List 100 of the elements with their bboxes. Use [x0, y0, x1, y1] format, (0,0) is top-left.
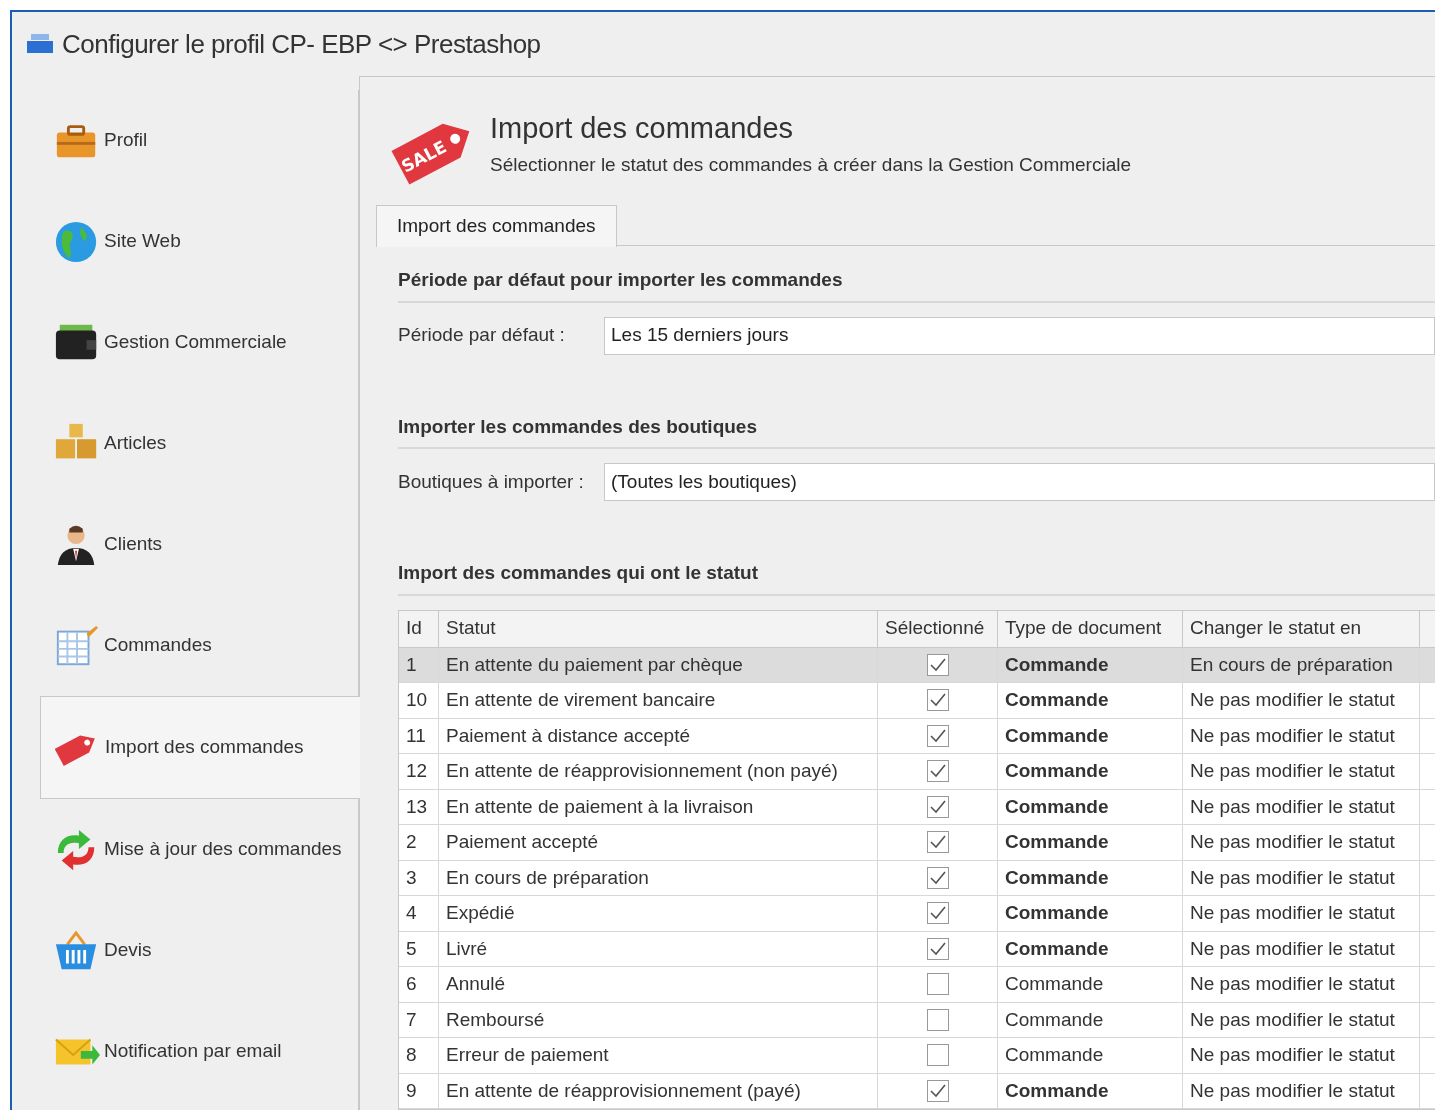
page-subtitle: Sélectionner le statut des commandes à créer dans la Gestion Commerciale: [490, 153, 1132, 177]
table-cell: Commande: [998, 896, 1183, 931]
table-cell: Commande: [998, 1038, 1183, 1073]
table-cell: 7: [399, 1002, 439, 1037]
table-cell: Expédié: [439, 896, 878, 931]
sidebar-item[interactable]: Devis: [54, 900, 359, 1001]
table-row[interactable]: 3 En cours de préparation Commande Ne pas modifier le statut: [399, 860, 1435, 896]
field-label: Période par défaut :: [398, 323, 566, 348]
sidebar-item[interactable]: Profil: [54, 90, 359, 191]
tab[interactable]: Import des commandes: [376, 205, 617, 247]
table-cell: 6: [399, 967, 439, 1002]
table-cell: Ne pas modifier le statut: [1183, 967, 1420, 1002]
table-cell: En attente de paiement à la livraison: [439, 789, 878, 824]
table-cell: 10: [399, 683, 439, 718]
table-cell: Remboursé: [439, 1002, 878, 1037]
field-label: Boutiques à importer :: [398, 469, 585, 494]
sidebar-item[interactable]: Notification par email: [54, 1001, 359, 1102]
table-cell: Ne pas modifier le statut: [1183, 860, 1420, 895]
checkbox[interactable]: [926, 1079, 949, 1102]
table-cell: Commande: [998, 1073, 1183, 1108]
table-cell: 2: [399, 825, 439, 860]
table-cell: Commande: [998, 967, 1183, 1002]
section-heading: Période par défaut pour importer les commandes: [398, 266, 1435, 303]
table-row[interactable]: 9 En attente de réapprovisionnement (payé) Commande Ne pas modifier le statut: [399, 1073, 1435, 1109]
table-cell: En attente de virement bancaire: [439, 683, 878, 718]
table-cell: Erreur de paiement: [439, 1038, 878, 1073]
table-cell: Commande: [998, 860, 1183, 895]
table-cell: Commande: [998, 683, 1183, 718]
app-logo-icon: [26, 33, 54, 55]
checkbox[interactable]: [926, 653, 949, 676]
table-row[interactable]: 13 En attente de paiement à la livraison Commande Ne pas modifier le statut: [399, 789, 1435, 825]
table-cell: 4: [399, 896, 439, 931]
table-cell: Ne pas modifier le statut: [1183, 789, 1420, 824]
checkbox[interactable]: [926, 937, 949, 960]
checkbox[interactable]: [926, 866, 949, 889]
table-cell: Ne pas modifier le statut: [1183, 683, 1420, 718]
table-row[interactable]: 11 Paiement à distance accepté Commande Ne pas modifier le statut: [399, 718, 1435, 754]
column-header[interactable]: Type de document: [998, 610, 1183, 647]
table-cell: Ne pas modifier le statut: [1183, 1038, 1420, 1073]
table-cell: Livré: [439, 931, 878, 966]
dropdown-field[interactable]: Les 15 derniers jours: [604, 316, 1435, 355]
table-cell: Ne pas modifier le statut: [1183, 718, 1420, 753]
table-row[interactable]: 1 En attente du paiement par chèque Commande En cours de préparation: [399, 647, 1435, 683]
sidebar-item[interactable]: Clients: [54, 494, 359, 595]
table-cell: Ne pas modifier le statut: [1183, 896, 1420, 931]
table-row[interactable]: 12 En attente de réapprovisionnement (non payé) Commande Ne pas modifier le statut: [399, 754, 1435, 790]
table-cell: Ne pas modifier le statut: [1183, 1073, 1420, 1108]
table-row[interactable]: 6 Annulé Commande Ne pas modifier le statut: [399, 967, 1435, 1003]
column-header[interactable]: Statut: [439, 610, 878, 647]
sidebar-item[interactable]: Articles: [54, 393, 359, 494]
checkbox[interactable]: [926, 760, 949, 783]
checkbox[interactable]: [926, 1044, 949, 1067]
table-row[interactable]: 8 Erreur de paiement Commande Ne pas modifier le statut: [399, 1038, 1435, 1074]
table-cell: Annulé: [439, 967, 878, 1002]
sidebar-item[interactable]: Gestion Commerciale: [54, 292, 359, 393]
table-cell: Ne pas modifier le statut: [1183, 1002, 1420, 1037]
table-cell: En cours de préparation: [439, 860, 878, 895]
table-row[interactable]: 10 En attente de virement bancaire Commande Ne pas modifier le statut: [399, 683, 1435, 719]
table-cell: Commande: [998, 647, 1183, 682]
table-cell: 8: [399, 1038, 439, 1073]
column-header[interactable]: Changer le statut en: [1183, 610, 1420, 647]
table-cell: En attente de réapprovisionnement (non payé): [439, 754, 878, 789]
table-cell: Commande: [998, 754, 1183, 789]
table-cell: En attente du paiement par chèque: [439, 647, 878, 682]
checkbox[interactable]: [926, 902, 949, 925]
table-cell: En cours de préparation: [1183, 647, 1420, 682]
sidebar-item[interactable]: Import des commandes: [40, 696, 360, 799]
sidebar-item[interactable]: Site Web: [54, 191, 359, 292]
dropdown-field[interactable]: (Toutes les boutiques): [604, 463, 1435, 501]
table-cell: Ne pas modifier le statut: [1183, 825, 1420, 860]
checkbox[interactable]: [926, 973, 949, 996]
table-cell: 1: [399, 647, 439, 682]
table-cell: Paiement à distance accepté: [439, 718, 878, 753]
window-title: Configurer le profil CP- EBP <> Prestashop: [62, 27, 541, 61]
table-cell: Paiement accepté: [439, 825, 878, 860]
column-header[interactable]: Id: [399, 610, 439, 647]
table-row[interactable]: 5 Livré Commande Ne pas modifier le statut: [399, 931, 1435, 967]
column-header[interactable]: Sélectionné: [878, 610, 998, 647]
table-cell: Commande: [998, 1002, 1183, 1037]
sidebar-item[interactable]: Mise à jour des commandes: [54, 799, 359, 900]
table-row[interactable]: 7 Remboursé Commande Ne pas modifier le statut: [399, 1002, 1435, 1038]
table-cell: Ne pas modifier le statut: [1183, 754, 1420, 789]
table-cell: 5: [399, 931, 439, 966]
table-cell: Commande: [998, 718, 1183, 753]
table-cell: Ne pas modifier le statut: [1183, 931, 1420, 966]
table-cell: 9: [399, 1073, 439, 1108]
table-cell: En attente de réapprovisionnement (payé): [439, 1073, 878, 1108]
checkbox[interactable]: [926, 831, 949, 854]
section-heading: Import des commandes qui ont le statut: [398, 559, 1435, 596]
table-row[interactable]: 2 Paiement accepté Commande Ne pas modifier le statut: [399, 825, 1435, 861]
page-title: Import des commandes: [490, 111, 794, 146]
table-cell: Commande: [998, 931, 1183, 966]
table-cell: Commande: [998, 789, 1183, 824]
checkbox[interactable]: [926, 724, 949, 747]
table-cell: 3: [399, 860, 439, 895]
section-heading: Importer les commandes des boutiques: [398, 412, 1435, 449]
table-row[interactable]: 4 Expédié Commande Ne pas modifier le statut: [399, 896, 1435, 932]
checkbox[interactable]: [926, 689, 949, 712]
checkbox[interactable]: [926, 1008, 949, 1031]
checkbox[interactable]: [926, 795, 949, 818]
